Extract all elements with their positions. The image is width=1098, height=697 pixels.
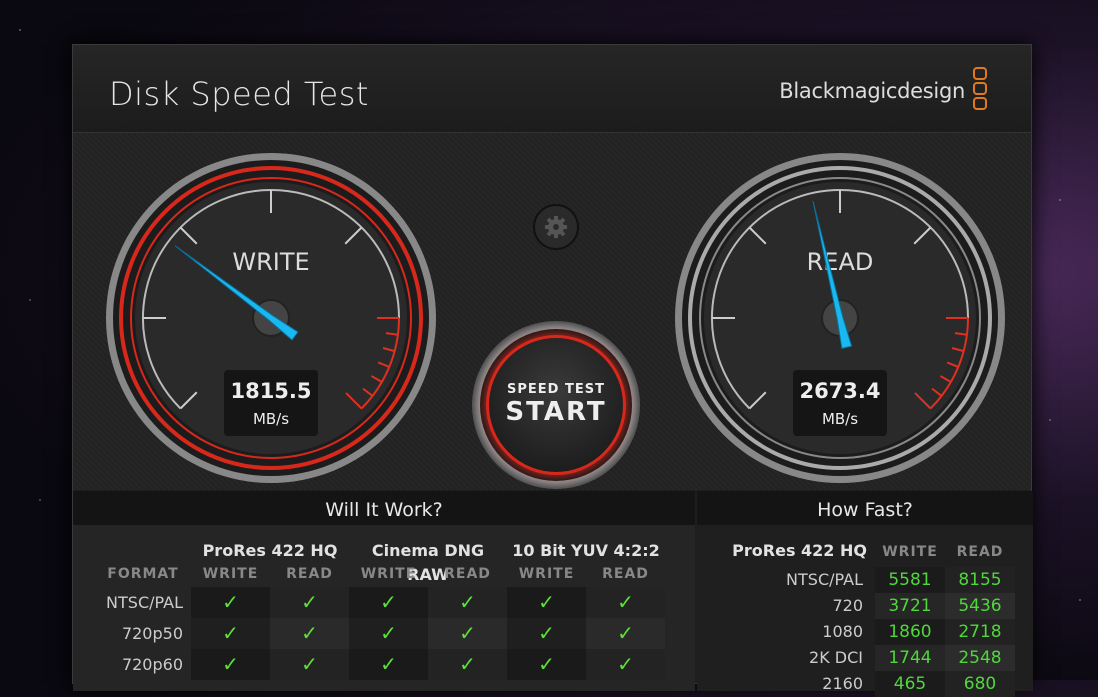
check-icon: ✓	[507, 618, 586, 649]
how-fast-table: How Fast? ProRes 422 HQ WRITE READ NTSC/PAL…	[697, 491, 1033, 697]
check-icon: ✓	[270, 618, 349, 649]
gauge-unit: MB/s	[253, 410, 289, 428]
codec-group-header: ProRes 422 HQ	[202, 541, 338, 560]
write-fps-value: 3721	[875, 593, 945, 619]
column-header: READ	[956, 544, 1004, 560]
format-label: 720	[832, 596, 863, 615]
write-fps-value: 1860	[875, 619, 945, 645]
will-it-work-title: Will It Work?	[73, 491, 695, 525]
start-line2: START	[505, 397, 607, 427]
will-it-work-table: Will It Work? ProRes 422 HQ Cinema DNG RA…	[73, 491, 695, 691]
brand-name: Blackmagicdesign	[779, 79, 965, 103]
column-header: WRITE	[360, 566, 417, 582]
format-label: 2K DCI	[809, 648, 863, 667]
check-icon: ✓	[428, 618, 507, 649]
gauge-value: 1815.5	[230, 379, 311, 403]
how-fast-title: How Fast?	[697, 491, 1033, 525]
start-line1: SPEED TEST	[507, 382, 605, 397]
check-icon: ✓	[191, 587, 270, 618]
disk-speed-test-window: Disk Speed Test Blackmagicdesign WRITE 18…	[72, 44, 1033, 697]
format-label: NTSC/PAL	[106, 593, 183, 612]
codec-group-header: Cinema DNG RAW	[371, 541, 485, 584]
title-bar: Disk Speed Test Blackmagicdesign	[73, 45, 1031, 133]
settings-button[interactable]	[528, 201, 588, 261]
check-icon: ✓	[428, 649, 507, 680]
codec-header: ProRes 422 HQ	[732, 541, 867, 560]
check-icon: ✓	[191, 649, 270, 680]
read-fps-value: 5436	[945, 593, 1015, 619]
read-fps-value: 2548	[945, 645, 1015, 671]
column-header: WRITE	[202, 566, 259, 582]
column-header: READ	[602, 566, 649, 582]
check-icon: ✓	[507, 649, 586, 680]
format-label: 1080	[822, 622, 863, 641]
format-header: FORMAT	[107, 566, 179, 582]
column-header: READ	[444, 566, 491, 582]
check-icon: ✓	[270, 649, 349, 680]
gauge-label: READ	[807, 248, 874, 276]
check-icon: ✓	[586, 649, 665, 680]
check-icon: ✓	[349, 587, 428, 618]
blackmagic-logo-icon	[973, 67, 989, 112]
gear-icon	[545, 216, 567, 238]
column-header: WRITE	[518, 566, 575, 582]
check-icon: ✓	[507, 587, 586, 618]
check-icon: ✓	[349, 618, 428, 649]
check-icon: ✓	[270, 587, 349, 618]
gauge-unit: MB/s	[822, 410, 858, 428]
write-fps-value: 1744	[875, 645, 945, 671]
check-icon: ✓	[586, 587, 665, 618]
read-gauge: READ 2673.4 MB/s	[675, 153, 1005, 483]
read-fps-value: 2718	[945, 619, 1015, 645]
gauge-label: WRITE	[232, 248, 309, 276]
write-fps-value: 5581	[875, 567, 945, 593]
read-fps-value: 8155	[945, 567, 1015, 593]
column-header: READ	[286, 566, 333, 582]
format-label: 2160	[822, 674, 863, 693]
gauge-value: 2673.4	[799, 379, 880, 403]
gauge-panel: WRITE 1815.5 MB/s READ 2673.4 MB/s SPEED TES…	[73, 133, 1031, 490]
write-fps-value: 465	[875, 671, 945, 697]
check-icon: ✓	[349, 649, 428, 680]
codec-group-header: 10 Bit YUV 4:2:2	[512, 541, 660, 560]
check-icon: ✓	[586, 618, 665, 649]
read-fps-value: 680	[945, 671, 1015, 697]
write-gauge: WRITE 1815.5 MB/s	[106, 153, 436, 483]
check-icon: ✓	[428, 587, 507, 618]
check-icon: ✓	[191, 618, 270, 649]
app-title: Disk Speed Test	[109, 75, 369, 113]
format-label: 720p50	[121, 624, 183, 643]
format-label: NTSC/PAL	[786, 570, 863, 589]
column-header: WRITE	[882, 544, 938, 560]
speed-test-start-button[interactable]: SPEED TEST START	[472, 321, 640, 489]
format-label: 720p60	[121, 655, 183, 674]
